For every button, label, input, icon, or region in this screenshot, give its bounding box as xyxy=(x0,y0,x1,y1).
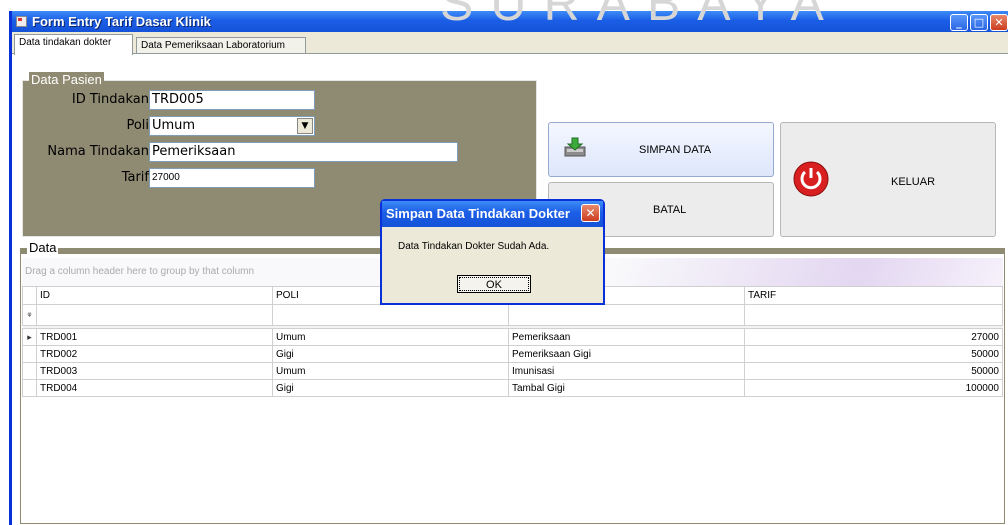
group-hint-text: Drag a column header here to group by th… xyxy=(25,266,255,277)
cell-tarif[interactable]: 100000 xyxy=(744,379,1003,397)
dialog-ok-button[interactable]: OK xyxy=(457,275,531,293)
filter-cell-poli[interactable] xyxy=(272,304,509,326)
cell-poli[interactable]: Umum xyxy=(272,328,509,346)
window-title: Form Entry Tarif Dasar Klinik xyxy=(32,14,211,29)
keluar-label: KELUAR xyxy=(891,176,936,188)
simpan-data-label: SIMPAN DATA xyxy=(639,144,712,156)
cell-poli[interactable]: Umum xyxy=(272,362,509,380)
maximize-button[interactable]: □ xyxy=(970,14,988,31)
cell-poli[interactable]: Gigi xyxy=(272,345,509,363)
filter-icon: ᵠ xyxy=(22,304,37,326)
filter-cell-tarif[interactable] xyxy=(744,304,1003,326)
data-pasien-legend: Data Pasien xyxy=(29,72,104,87)
cell-tarif[interactable]: 27000 xyxy=(744,328,1003,346)
power-icon xyxy=(793,161,829,200)
table-row[interactable]: TRD003 Umum Imunisasi 50000 xyxy=(22,362,1003,380)
poli-select-value: Umum xyxy=(152,118,196,133)
poli-label: Poli xyxy=(126,118,149,133)
cell-tindakan[interactable]: Tambal Gigi xyxy=(508,379,745,397)
data-legend: Data xyxy=(27,240,59,255)
table-row[interactable]: TRD004 Gigi Tambal Gigi 100000 xyxy=(22,379,1003,397)
cell-tarif[interactable]: 50000 xyxy=(744,362,1003,380)
tab-data-tindakan-dokter[interactable]: Data tindakan dokter xyxy=(14,34,133,55)
column-header-id[interactable]: ID xyxy=(36,286,273,305)
keluar-button[interactable]: KELUAR xyxy=(780,122,996,237)
row-indicator xyxy=(22,362,37,380)
filter-cell-tindakan[interactable] xyxy=(508,304,745,326)
message-dialog: Simpan Data Tindakan Dokter ✕ Data Tinda… xyxy=(380,199,605,305)
row-indicator xyxy=(22,345,37,363)
id-tindakan-field[interactable]: TRD005 xyxy=(149,90,315,110)
simpan-data-button[interactable]: SIMPAN DATA xyxy=(548,122,774,177)
filter-row: ᵠ xyxy=(22,304,1003,326)
cell-tindakan[interactable]: Pemeriksaan Gigi xyxy=(508,345,745,363)
minimize-button[interactable]: _ xyxy=(950,14,968,31)
cell-tarif[interactable]: 50000 xyxy=(744,345,1003,363)
row-pointer-icon: ▸ xyxy=(22,328,37,346)
cell-id[interactable]: TRD001 xyxy=(36,328,273,346)
cell-id[interactable]: TRD002 xyxy=(36,345,273,363)
id-tindakan-label: ID Tindakan xyxy=(71,92,149,107)
cell-poli[interactable]: Gigi xyxy=(272,379,509,397)
dialog-ok-label: OK xyxy=(459,277,529,291)
table-row[interactable]: ▸ TRD001 Umum Pemeriksaan 27000 xyxy=(22,328,1003,346)
batal-label: BATAL xyxy=(653,204,687,216)
cell-id[interactable]: TRD003 xyxy=(36,362,273,380)
app-icon xyxy=(16,16,27,27)
chevron-down-icon[interactable]: ▼ xyxy=(297,118,313,134)
tarif-field[interactable]: 27000 xyxy=(149,168,315,188)
column-header-tarif[interactable]: TARIF xyxy=(744,286,1003,305)
poli-select[interactable]: Umum ▼ xyxy=(149,116,315,136)
filter-cell-id[interactable] xyxy=(36,304,273,326)
save-disk-icon xyxy=(563,137,589,162)
row-indicator-header xyxy=(22,286,37,305)
cell-tindakan[interactable]: Imunisasi xyxy=(508,362,745,380)
nama-tindakan-field[interactable]: Pemeriksaan xyxy=(149,142,458,162)
row-indicator xyxy=(22,379,37,397)
cell-id[interactable]: TRD004 xyxy=(36,379,273,397)
tab-strip: Data tindakan dokter Data Pemeriksaan La… xyxy=(12,34,1008,55)
nama-tindakan-label: Nama Tindakan xyxy=(47,144,149,159)
dialog-title: Simpan Data Tindakan Dokter xyxy=(386,206,570,221)
cell-tindakan[interactable]: Pemeriksaan xyxy=(508,328,745,346)
dialog-close-button[interactable]: ✕ xyxy=(581,204,600,222)
table-row[interactable]: TRD002 Gigi Pemeriksaan Gigi 50000 xyxy=(22,345,1003,363)
dialog-message: Data Tindakan Dokter Sudah Ada. xyxy=(398,241,550,252)
close-button[interactable]: ✕ xyxy=(990,14,1008,31)
title-bar[interactable]: Form Entry Tarif Dasar Klinik _ □ ✕ xyxy=(12,11,1008,32)
tarif-label: Tarif xyxy=(121,170,149,185)
dialog-title-bar[interactable]: Simpan Data Tindakan Dokter ✕ xyxy=(382,201,603,227)
